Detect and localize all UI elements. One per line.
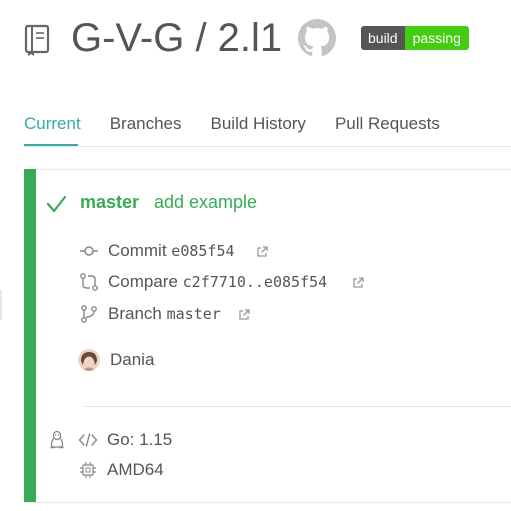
card-divider	[83, 406, 511, 407]
repository-icon	[24, 24, 52, 56]
commit-label: Commit	[108, 241, 167, 260]
avatar	[78, 349, 100, 371]
compare-range: c2f7710..e085f54	[182, 273, 328, 291]
code-icon	[78, 430, 98, 450]
tab-build-history[interactable]: Build History	[211, 112, 306, 136]
compare-link[interactable]: Compare c2f7710..e085f54	[108, 271, 327, 293]
repo-tabs: Current Branches Build History Pull Requ…	[24, 112, 469, 136]
linux-icon	[47, 430, 67, 450]
external-link-icon[interactable]	[238, 308, 250, 320]
active-tab-indicator	[24, 144, 78, 146]
badge-label: build	[361, 26, 405, 50]
tab-branches[interactable]: Branches	[110, 112, 182, 136]
repo-title[interactable]: G-V-G / 2.l1	[71, 12, 282, 64]
badge-status: passing	[404, 26, 469, 50]
current-build-card	[24, 169, 511, 503]
commit-icon	[79, 241, 99, 261]
external-link-icon[interactable]	[256, 245, 268, 257]
tabs-divider	[24, 146, 511, 147]
external-link-icon[interactable]	[352, 276, 364, 288]
compare-label: Compare	[108, 272, 178, 291]
branch-value: master	[166, 305, 221, 323]
branch-link[interactable]: Branch master	[108, 303, 221, 325]
tab-pull-requests[interactable]: Pull Requests	[335, 112, 440, 136]
tab-current[interactable]: Current	[24, 112, 81, 136]
branch-icon	[79, 304, 99, 324]
cpu-icon	[78, 460, 98, 480]
build-status-bar	[24, 169, 36, 502]
commit-message-link[interactable]: add example	[154, 190, 257, 214]
branch-label: Branch	[108, 304, 162, 323]
author-name: Dania	[110, 350, 155, 369]
arch-label: AMD64	[107, 460, 164, 479]
build-branch-link[interactable]: master	[80, 190, 139, 214]
page-edge-divider	[0, 290, 2, 320]
language-label: Go: 1.15	[107, 430, 173, 449]
github-icon[interactable]	[298, 19, 336, 57]
build-status-badge[interactable]: build passing	[361, 26, 469, 50]
commit-link[interactable]: Commit e085f54	[108, 240, 235, 262]
commit-hash: e085f54	[171, 242, 235, 260]
check-icon	[45, 193, 67, 215]
compare-icon	[79, 272, 99, 292]
